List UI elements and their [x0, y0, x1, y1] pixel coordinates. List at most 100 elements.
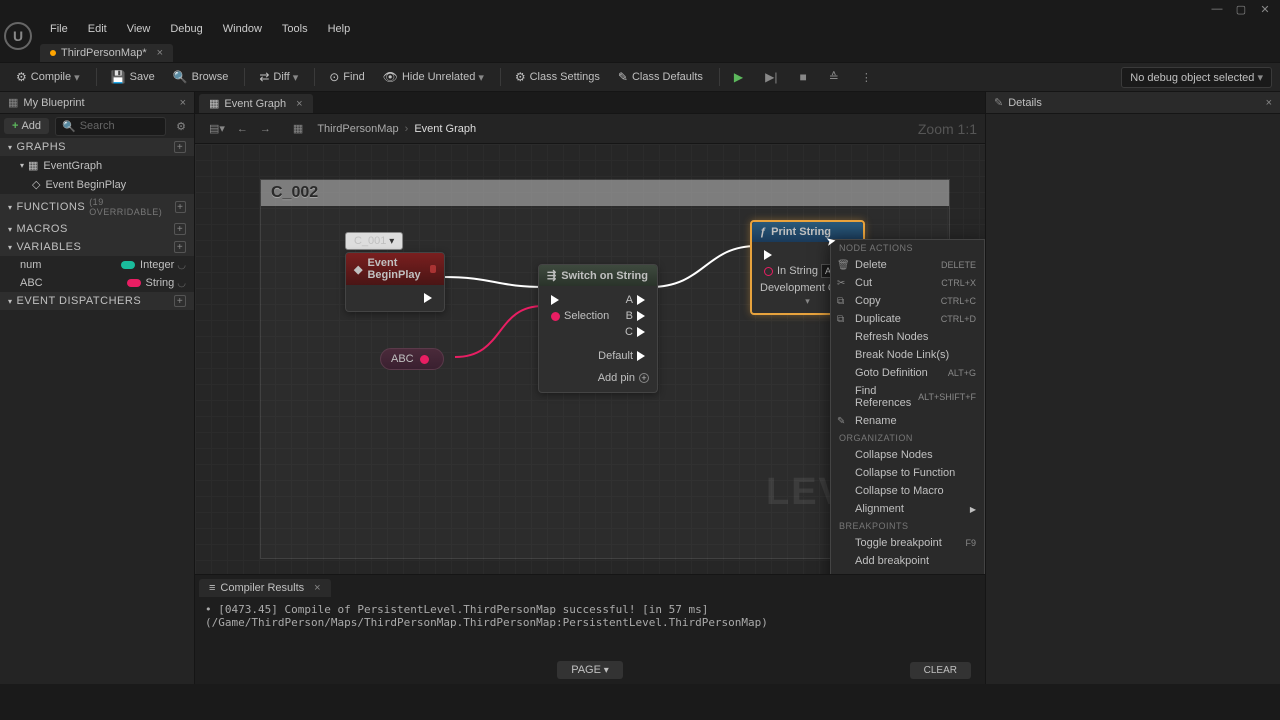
breadcrumb-current[interactable]: Event Graph: [414, 123, 476, 135]
class-settings-button[interactable]: ⚙Class Settings: [507, 66, 608, 88]
graph-grid-icon[interactable]: ▦: [287, 118, 309, 139]
settings-gear-icon[interactable]: ⚙: [172, 120, 190, 133]
search-input[interactable]: 🔍Search: [55, 117, 166, 136]
menu-debug[interactable]: Debug: [160, 20, 212, 38]
type-pill-integer: [121, 261, 135, 269]
add-dispatcher-icon[interactable]: +: [174, 295, 186, 307]
data-out-pin[interactable]: [420, 355, 429, 364]
visibility-icon[interactable]: ◡: [177, 278, 186, 289]
comment-title[interactable]: C_002: [261, 180, 949, 206]
tab-close-icon[interactable]: ×: [157, 47, 163, 59]
details-tab[interactable]: ✎ Details ×: [986, 92, 1280, 114]
ctx-collapse-macro[interactable]: Collapse to Macro: [831, 482, 984, 500]
comment-label-tag[interactable]: C_001 ▾: [345, 232, 403, 250]
menu-window[interactable]: Window: [213, 20, 272, 38]
compile-button[interactable]: ⚙Compile▾: [8, 66, 88, 88]
play-button[interactable]: ▶: [726, 66, 755, 88]
class-defaults-button[interactable]: ✎Class Defaults: [610, 66, 711, 88]
tab-thirdpersonmap[interactable]: ThirdPersonMap* ×: [40, 44, 173, 62]
var-num[interactable]: numInteger◡: [0, 256, 194, 274]
history-dropdown[interactable]: ▤▾: [203, 118, 231, 139]
diff-button[interactable]: ⇄Diff▾: [251, 66, 306, 88]
section-variables[interactable]: ▾VARIABLES+: [0, 238, 194, 256]
breadcrumb: ThirdPersonMap › Event Graph: [317, 123, 476, 135]
exec-in-pin[interactable]: [551, 295, 559, 305]
exec-out-a-pin[interactable]: [637, 295, 645, 305]
node-event-beginplay[interactable]: ◆Event BeginPlay: [345, 252, 445, 312]
eject-button[interactable]: ≙: [821, 66, 851, 88]
ctx-find-refs[interactable]: Find ReferencesALT+SHIFT+F: [831, 382, 984, 412]
menu-help[interactable]: Help: [318, 20, 361, 38]
ctx-copy[interactable]: ⧉CopyCTRL+C: [831, 292, 984, 310]
compile-icon: ⚙: [16, 70, 27, 84]
ctx-delete[interactable]: 🗑DeleteDELETE: [831, 256, 984, 274]
ctx-cut[interactable]: ✂CutCTRL+X: [831, 274, 984, 292]
menu-edit[interactable]: Edit: [78, 20, 117, 38]
tree-eventgraph[interactable]: ▾▦EventGraph: [0, 156, 194, 175]
clear-button[interactable]: CLEAR: [910, 662, 971, 679]
find-button[interactable]: ⊙Find: [321, 66, 372, 88]
section-graphs[interactable]: ▾GRAPHS+: [0, 138, 194, 156]
step-button[interactable]: ▶|: [757, 66, 789, 88]
tab-event-graph[interactable]: ▦Event Graph×: [199, 94, 313, 113]
add-pin-icon[interactable]: +: [639, 373, 649, 383]
ctx-toggle-bp[interactable]: Toggle breakpointF9: [831, 534, 984, 552]
breadcrumb-parent[interactable]: ThirdPersonMap: [317, 123, 398, 135]
tab-close-icon[interactable]: ×: [314, 582, 320, 594]
save-button[interactable]: 💾Save: [103, 66, 163, 88]
add-variable-icon[interactable]: +: [174, 241, 186, 253]
section-dispatchers[interactable]: ▾EVENT DISPATCHERS+: [0, 292, 194, 310]
history-forward[interactable]: →: [254, 119, 277, 139]
in-string-pin[interactable]: [764, 267, 773, 276]
selection-pin[interactable]: [551, 312, 560, 321]
tree-beginplay[interactable]: ◇Event BeginPlay: [0, 175, 194, 194]
debug-object-select[interactable]: No debug object selected ▾: [1121, 67, 1272, 88]
tab-compiler-results[interactable]: ≡Compiler Results×: [199, 579, 331, 597]
add-graph-icon[interactable]: +: [174, 141, 186, 153]
exec-out-b-pin[interactable]: [637, 311, 645, 321]
function-icon: ƒ: [760, 226, 766, 238]
section-functions[interactable]: ▾FUNCTIONS(19 OVERRIDABLE)+: [0, 194, 194, 220]
panel-close-icon[interactable]: ×: [1266, 97, 1272, 109]
visibility-icon[interactable]: ◡: [177, 260, 186, 271]
options-button[interactable]: ⋮: [853, 67, 880, 88]
ctx-collapse-fn[interactable]: Collapse to Function: [831, 464, 984, 482]
ctx-collapse[interactable]: Collapse Nodes: [831, 446, 984, 464]
var-abc[interactable]: ABCString◡: [0, 274, 194, 292]
my-blueprint-tab[interactable]: ▦ My Blueprint ×: [0, 92, 194, 114]
browse-button[interactable]: 🔍Browse: [165, 66, 237, 88]
ctx-goto-def[interactable]: Goto DefinitionALT+G: [831, 364, 984, 382]
ctx-duplicate[interactable]: ⧉DuplicateCTRL+D: [831, 310, 984, 328]
graph-canvas[interactable]: C_002 C_001 ▾ ◆Event BeginPlay ABC ⇶Swit…: [195, 144, 985, 574]
maximize-button[interactable]: ▢: [1230, 1, 1252, 17]
log-icon: ≡: [209, 582, 215, 594]
ctx-refresh[interactable]: Refresh Nodes: [831, 328, 984, 346]
panel-close-icon[interactable]: ×: [180, 97, 186, 109]
menu-file[interactable]: File: [40, 20, 78, 38]
add-macro-icon[interactable]: +: [174, 223, 186, 235]
add-function-icon[interactable]: +: [175, 201, 186, 213]
ctx-add-bp[interactable]: Add breakpoint: [831, 552, 984, 570]
hide-unrelated-button[interactable]: 👁Hide Unrelated▾: [375, 66, 492, 88]
exec-out-pin[interactable]: [424, 293, 432, 303]
node-switch-on-string[interactable]: ⇶Switch on String A SelectionB C Default…: [538, 264, 658, 393]
page-button[interactable]: PAGE ▾: [557, 661, 623, 679]
ctx-rename: ✎Rename: [831, 412, 984, 430]
exec-out-c-pin[interactable]: [637, 327, 645, 337]
menu-view[interactable]: View: [117, 20, 161, 38]
node-variable-abc[interactable]: ABC: [380, 348, 444, 370]
close-button[interactable]: ✕: [1254, 1, 1276, 17]
exec-out-default-pin[interactable]: [637, 351, 645, 361]
exec-in-pin[interactable]: [764, 250, 772, 260]
copy-icon: ⧉: [837, 296, 844, 307]
menu-tools[interactable]: Tools: [272, 20, 318, 38]
add-button[interactable]: +Add: [4, 118, 49, 134]
minimize-button[interactable]: —: [1206, 1, 1228, 17]
stop-button[interactable]: ■: [792, 66, 819, 88]
ctx-alignment[interactable]: Alignment▶: [831, 500, 984, 518]
play-icon: ▶: [734, 70, 743, 84]
tab-close-icon[interactable]: ×: [296, 98, 302, 110]
history-back[interactable]: ←: [231, 119, 254, 139]
ctx-break-links[interactable]: Break Node Link(s): [831, 346, 984, 364]
section-macros[interactable]: ▾MACROS+: [0, 220, 194, 238]
